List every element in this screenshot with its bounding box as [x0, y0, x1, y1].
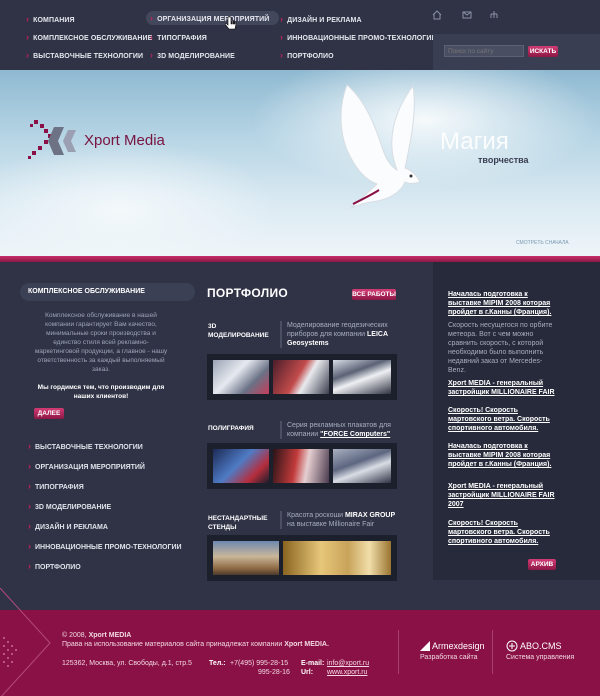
- home-icon[interactable]: [432, 10, 442, 20]
- news-item: Xport MEDIA - генеральный застройщик MIL…: [448, 482, 556, 509]
- armexdesign-link[interactable]: Armexdesign: [432, 641, 485, 651]
- portfolio-thumbs-3d: [207, 354, 397, 400]
- sidebar-item-design[interactable]: ДИЗАЙН и РЕКЛАМА: [28, 521, 108, 531]
- thumb-image[interactable]: [213, 360, 269, 394]
- tel-label: Тел.:: [209, 660, 226, 667]
- email-label: E-mail:: [301, 660, 325, 667]
- portfolio-thumbs-print: [207, 443, 397, 489]
- news-title[interactable]: Скорость! Скорость мартовского ветра. Ск…: [448, 520, 550, 545]
- portfolio-category-3d: 3D МОДЕЛИРОВАНИЕ: [208, 323, 269, 339]
- nav-promo-tech[interactable]: ИННОВАЦИОННЫЕ ПРОМО-ТЕХНОЛОГИИ: [280, 32, 437, 42]
- sidebar-item-portfolio[interactable]: ПОРТФОЛИО: [28, 561, 81, 571]
- portfolio-desc-stands-bold: MIRAX GROUP: [344, 512, 396, 519]
- thumb-image[interactable]: [213, 541, 279, 575]
- abo-cms-logo-icon: [506, 640, 518, 652]
- news-item: Скорость! Скорость мартовского ветра. Ск…: [448, 406, 556, 433]
- nav-3d-modeling[interactable]: 3D МОДЕЛИРОВАНИЕ: [150, 50, 235, 60]
- news-title[interactable]: Xport MEDIA - генеральный застройщик MIL…: [448, 380, 555, 396]
- mail-icon[interactable]: [462, 10, 472, 20]
- rights-text: Права на использование материалов сайта …: [62, 641, 283, 648]
- hand-cursor-icon: [225, 16, 237, 30]
- search-input[interactable]: [444, 45, 524, 57]
- sidebar-item-exhibition[interactable]: ВЫСТАВОЧНЫЕ ТЕХНОЛОГИИ: [28, 441, 143, 451]
- footer-divider: [398, 630, 399, 674]
- footer-address: 125362, Москва, ул. Свободы, д.1, стр.5: [62, 660, 192, 667]
- url-link[interactable]: www.xport.ru: [327, 669, 367, 676]
- news-item: Началась подготовка к выставке MIPIM 200…: [448, 290, 556, 317]
- dove-image: [340, 84, 421, 209]
- sidebar-item-typography[interactable]: ТИПОГРАФИЯ: [28, 481, 84, 491]
- thumb-image[interactable]: [283, 541, 391, 575]
- armexdesign-caption: Разработка сайта: [420, 654, 478, 661]
- news-title[interactable]: Скорость! Скорость мартовского ветра. Ск…: [448, 407, 550, 432]
- hero-slogan-sub: творчества: [478, 155, 529, 165]
- rights-company: Xport MEDIA.: [284, 641, 329, 648]
- portfolio-desc-print[interactable]: Серия рекламных плакатов для компании "F…: [280, 421, 400, 439]
- sidebar-item-events[interactable]: ОРГАНИЗАЦИЯ МЕРОПРИЯТИЙ: [28, 461, 145, 471]
- portfolio-title: ПОРТФОЛИО: [207, 286, 289, 300]
- xport-logo-icon: [28, 120, 76, 159]
- nav-events[interactable]: ОРГАНИЗАЦИЯ МЕРОПРИЯТИЙ: [146, 11, 280, 25]
- logo-text: Xport Media: [84, 132, 165, 149]
- sidebar-active-label: КОМПЛЕКСНОЕ ОБСЛУЖИВАНИЕ: [28, 288, 145, 295]
- footer: © 2008, Xport MEDIA Права на использован…: [0, 588, 600, 696]
- thumb-image[interactable]: [213, 449, 269, 483]
- thumb-image[interactable]: [273, 360, 329, 394]
- email-link[interactable]: info@xport.ru: [327, 660, 369, 667]
- portfolio-thumbs-stands: [207, 535, 397, 581]
- thumb-image[interactable]: [273, 449, 329, 483]
- hero-slogan-main: Магия: [440, 128, 509, 155]
- sidebar-active-item[interactable]: КОМПЛЕКСНОЕ ОБСЛУЖИВАНИЕ: [20, 283, 195, 301]
- news-title[interactable]: Началась подготовка к выставке MIPIM 200…: [448, 291, 551, 316]
- footer-copyright: © 2008, Xport MEDIA: [62, 632, 131, 639]
- news-item: Xport MEDIA - генеральный застройщик MIL…: [448, 379, 556, 397]
- sitemap-icon[interactable]: [489, 10, 499, 20]
- copyright-company: Xport MEDIA: [88, 632, 132, 639]
- portfolio-category-print: ПОЛИГРАФИЯ: [208, 425, 254, 432]
- news-title[interactable]: Xport MEDIA - генеральный застройщик MIL…: [448, 483, 555, 508]
- nav-design-ads[interactable]: ДИЗАЙН и РЕКЛАМА: [280, 14, 362, 24]
- abo-cms-link[interactable]: ABO.CMS: [520, 641, 562, 651]
- nav-complex-service[interactable]: КОМПЛЕКСНОЕ ОБСЛУЖИВАНИЕ: [26, 32, 152, 42]
- thumb-image[interactable]: [333, 449, 391, 483]
- footer-rights: Права на использование материалов сайта …: [62, 641, 329, 648]
- thumb-image[interactable]: [333, 360, 391, 394]
- tel-2: 995-28-16: [258, 669, 290, 676]
- replay-link[interactable]: СМОТРЕТЬ СНАЧАЛА: [516, 240, 569, 246]
- archive-button[interactable]: АРХИВ: [528, 559, 556, 570]
- news-title[interactable]: Началась подготовка к выставке MIPIM 200…: [448, 443, 551, 468]
- footer-divider: [492, 630, 493, 674]
- sidebar-item-3d[interactable]: 3D МОДЕЛИРОВАНИЕ: [28, 501, 111, 511]
- tel-1: +7(495) 995-28-15: [230, 660, 289, 667]
- nav-portfolio[interactable]: ПОРТФОЛИО: [280, 50, 334, 60]
- news-item: Скорость несущегося по орбите метеора. В…: [448, 321, 556, 375]
- portfolio-desc-print-bold: "FORCE Computers": [320, 431, 391, 438]
- news-item: Началась подготовка к выставке MIPIM 200…: [448, 442, 556, 469]
- portfolio-desc-stands-text: Красота роскоши: [287, 512, 343, 519]
- news-text: Скорость несущегося по орбите метеора. В…: [448, 322, 553, 374]
- sidebar-item-promo[interactable]: ИННОВАЦИОННЫЕ ПРОМО-ТЕХНОЛОГИИ: [28, 541, 182, 551]
- hero-banner: Xport Media Магия творчества СМОТРЕТЬ СН…: [0, 70, 600, 256]
- nav-exhibition-tech[interactable]: ВЫСТАВОЧНЫЕ ТЕХНОЛОГИИ: [26, 50, 143, 60]
- nav-company[interactable]: КОМПАНИЯ: [26, 14, 75, 24]
- search-button[interactable]: ИСКАТЬ: [528, 46, 558, 57]
- portfolio-desc-stands-text2: на выставке Millionaire Fair: [287, 521, 375, 528]
- url-label: Url:: [301, 669, 314, 676]
- portfolio-desc-3d[interactable]: Моделирование геодезических приборов для…: [280, 321, 400, 348]
- portfolio-category-stands: НЕСТАНДАРТНЫЕ СТЕНДЫ: [208, 515, 268, 531]
- abo-cms-caption: Система управления: [506, 654, 575, 661]
- footer-dots-decoration: [0, 588, 51, 696]
- nav-typography[interactable]: ТИПОГРАФИЯ: [150, 32, 207, 42]
- news-item: Скорость! Скорость мартовского ветра. Ск…: [448, 519, 556, 546]
- sidebar-proud-text: Мы гордимся тем, что производим для наши…: [37, 384, 165, 400]
- sidebar-text: Комплексное обслуживание в нашей компани…: [34, 312, 168, 373]
- all-works-button[interactable]: ВСЕ РАБОТЫ: [352, 289, 396, 300]
- portfolio-desc-stands[interactable]: Красота роскоши MIRAX GROUP на выставке …: [280, 511, 400, 529]
- armexdesign-logo-icon: [420, 641, 430, 651]
- copyright-text: © 2008,: [62, 632, 87, 639]
- more-button[interactable]: ДАЛЕЕ: [34, 408, 64, 419]
